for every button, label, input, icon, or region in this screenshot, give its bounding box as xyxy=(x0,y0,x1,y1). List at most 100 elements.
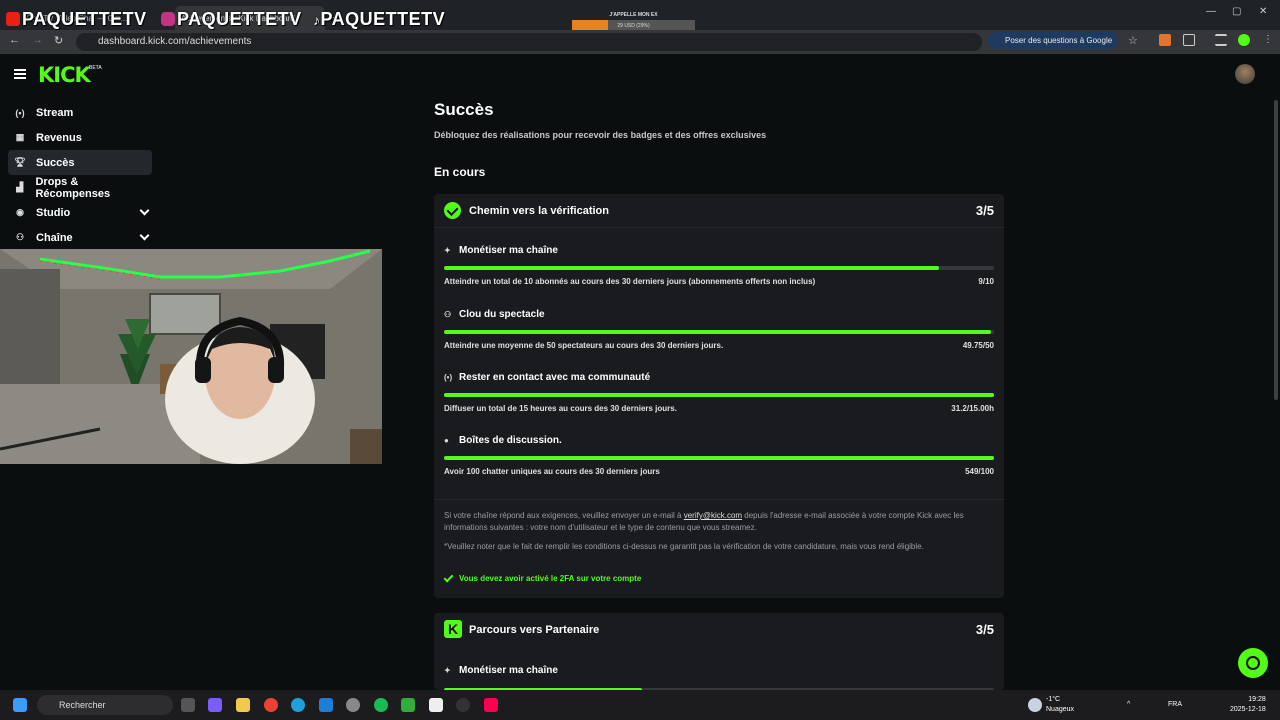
avatar[interactable] xyxy=(1235,64,1255,84)
close-icon[interactable]: ✕ xyxy=(1259,6,1267,17)
main-content: Succès Débloquez des réalisations pour r… xyxy=(434,100,1004,140)
chat-bubble-icon: ● xyxy=(444,436,449,445)
achievement-card-verification: Chemin vers la vérification 3/5 ✦ Monétis… xyxy=(434,194,1004,598)
tiktok-icon: ♪ xyxy=(313,12,321,28)
sidebar-item-succes[interactable]: 🏆︎ Succès xyxy=(8,150,152,175)
verify-email-link[interactable]: verify@kick.com xyxy=(684,511,742,520)
twofa-requirement: Vous devez avoir activé le 2FA sur votre… xyxy=(443,572,641,584)
progress-fill xyxy=(444,330,992,334)
hamburger-menu-icon[interactable] xyxy=(14,69,26,79)
achievement-value: 9/10 xyxy=(978,277,994,286)
store-icon[interactable] xyxy=(429,698,443,712)
achievement-title: Monétiser ma chaîne xyxy=(459,245,558,256)
overlay-tiktok-handle: ♪PAQUETTETV xyxy=(313,9,446,29)
achievement-value: 31.2/15.00h xyxy=(951,404,994,413)
achievement-card-partner: K Parcours vers Partenaire 3/5 ✦ Monétise… xyxy=(434,613,1004,692)
mail-icon[interactable] xyxy=(319,698,333,712)
progress-bar xyxy=(444,330,994,334)
extensions-puzzle-icon[interactable] xyxy=(1183,34,1195,46)
goal-title: J'APPELLE MON EX xyxy=(609,12,658,18)
minimize-icon[interactable]: — xyxy=(1206,6,1216,17)
file-explorer-icon[interactable] xyxy=(236,698,250,712)
maximize-icon[interactable]: ▢ xyxy=(1232,6,1241,17)
back-icon[interactable]: ← xyxy=(9,34,20,46)
edge-icon[interactable] xyxy=(291,698,305,712)
webcam-image xyxy=(0,249,382,464)
achievement-desc: Diffuser un total de 15 heures au cours … xyxy=(444,404,677,413)
chevron-down-icon[interactable] xyxy=(139,230,150,241)
card-title: Chemin vers la vérification xyxy=(469,205,609,217)
sidebar-item-stream[interactable]: (•) Stream xyxy=(8,100,152,125)
profile-icon[interactable] xyxy=(1238,34,1250,46)
beta-label: BETA xyxy=(89,65,102,71)
tiktok-icon[interactable] xyxy=(484,698,498,712)
broadcast-icon: (•) xyxy=(444,373,453,382)
weather-cloud-icon[interactable] xyxy=(1028,698,1042,712)
settings-gear-icon[interactable] xyxy=(346,698,360,712)
sidebar-item-studio[interactable]: ◉ Studio xyxy=(8,200,152,225)
verification-note: Si votre chaîne répond aux exigences, ve… xyxy=(444,511,964,532)
achievement-title: Rester en contact avec ma communauté xyxy=(459,372,651,383)
divider xyxy=(434,499,1004,500)
windows-start-icon[interactable] xyxy=(13,698,27,712)
copilot-icon[interactable] xyxy=(208,698,222,712)
browser-tabstrip: OmeTV Video Chat — Om... Achievements - … xyxy=(0,0,1280,38)
windows-taskbar: Rechercher -1°C Nuageux ^ FRA 19:28 2025-1… xyxy=(0,690,1280,720)
forward-icon[interactable]: → xyxy=(32,34,43,46)
media-control-icon[interactable] xyxy=(1215,34,1227,46)
revenue-icon: ▦ xyxy=(15,132,25,142)
spotify-icon[interactable] xyxy=(374,698,388,712)
card-title: Parcours vers Partenaire xyxy=(469,624,600,636)
sparkle-icon: ✦ xyxy=(444,246,451,255)
progress-fill xyxy=(444,456,994,460)
check-icon xyxy=(443,572,454,583)
url-input[interactable]: dashboard.kick.com/achievements xyxy=(76,33,982,51)
xbox-icon[interactable] xyxy=(401,698,415,712)
sidebar-item-revenus[interactable]: ▦ Revenus xyxy=(8,125,152,150)
sidebar-item-chaine[interactable]: ⚇ Chaîne xyxy=(8,225,152,250)
extension-icon[interactable] xyxy=(1159,34,1171,46)
users-icon: ⚇ xyxy=(444,310,452,319)
kick-logo[interactable]: KICK xyxy=(38,63,91,87)
ask-google-button[interactable]: Poser des questions à Google xyxy=(988,32,1119,49)
tray-chevron-icon[interactable]: ^ xyxy=(1127,700,1130,710)
section-heading-en-cours: En cours xyxy=(434,165,486,179)
webcam-overlay xyxy=(0,249,382,464)
menu-dots-icon[interactable]: ⋮ xyxy=(1262,34,1274,46)
scrollbar[interactable] xyxy=(1274,100,1278,400)
sidebar-item-drops[interactable]: ▟ Drops & Récompenses xyxy=(8,175,152,200)
kick-topbar: KICK BETA xyxy=(0,54,1280,94)
task-view-icon[interactable] xyxy=(181,698,195,712)
chrome-icon[interactable] xyxy=(264,698,278,712)
achievement-title: Monétiser ma chaîne xyxy=(459,665,558,676)
bookmark-star-icon[interactable]: ☆ xyxy=(1128,34,1138,47)
achievement-value: 49.75/50 xyxy=(962,341,994,350)
achievement-desc: Atteindre un total de 10 abonnés au cour… xyxy=(444,277,816,286)
reload-icon[interactable]: ↻ xyxy=(54,34,63,47)
card-header: K Parcours vers Partenaire 3/5 xyxy=(434,613,1004,647)
obs-icon[interactable] xyxy=(456,698,470,712)
overlay-instagram-handle: PAQUETTETV xyxy=(161,9,302,30)
progress-fill xyxy=(444,393,994,397)
kick-badge-icon: K xyxy=(444,620,462,638)
language-indicator[interactable]: FRA xyxy=(1168,700,1182,710)
chevron-down-icon[interactable] xyxy=(139,205,150,216)
taskbar-search-input[interactable]: Rechercher xyxy=(37,695,173,715)
progress-bar xyxy=(444,456,994,460)
page-subtitle: Débloquez des réalisations pour recevoir… xyxy=(434,130,767,140)
achievement-item: ✦ Monétiser ma chaîne Atteindre un total … xyxy=(444,245,994,297)
instagram-icon xyxy=(161,12,175,26)
sidebar: (•) Stream ▦ Revenus 🏆︎ Succès ▟ Drops & Réc… xyxy=(0,100,160,250)
progress-fill xyxy=(444,266,939,270)
youtube-icon xyxy=(6,12,20,26)
goal-amount: 29 USD (29%) xyxy=(617,23,650,29)
progress-bar xyxy=(444,393,994,397)
achievement-item: (•) Rester en contact avec ma communauté … xyxy=(444,372,994,424)
card-score: 3/5 xyxy=(975,622,994,637)
broadcast-icon: (•) xyxy=(15,107,25,118)
studio-icon: ◉ xyxy=(16,207,24,217)
support-chat-button[interactable] xyxy=(1238,648,1268,678)
weather-widget[interactable]: -1°C Nuageux xyxy=(1046,695,1074,715)
clock[interactable]: 19:28 2025-12-18 xyxy=(1230,695,1266,715)
achievement-title: Boîtes de discussion. xyxy=(459,435,562,446)
